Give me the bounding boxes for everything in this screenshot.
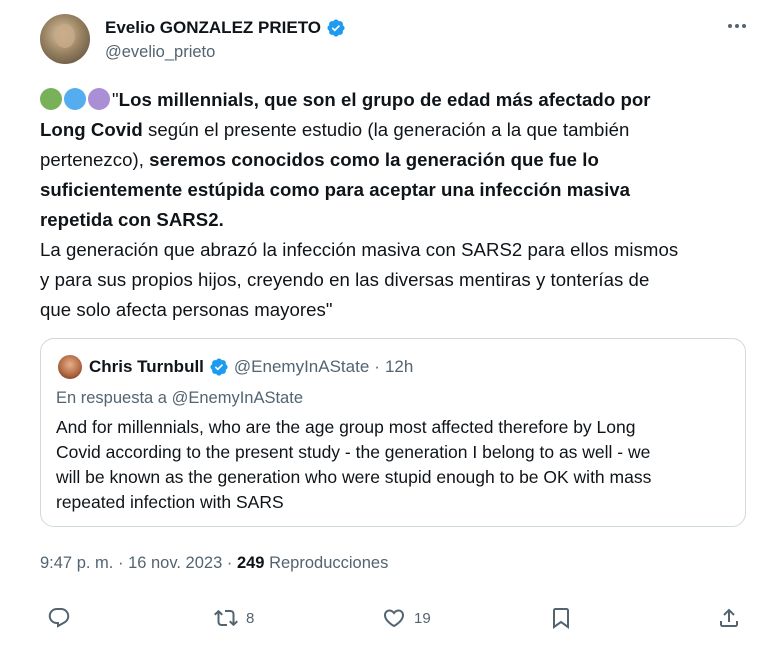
tweet-text-line: Long Covid según el presente estudio (la… <box>40 115 750 145</box>
author-name-row[interactable]: Evelio GONZALEZ PRIETO <box>105 17 346 39</box>
tweet-text-line: suficientemente estúpida como para acept… <box>40 175 750 205</box>
quote-separator: · <box>374 357 380 376</box>
tweet-text-segment: suficientemente estúpida como para acept… <box>40 179 631 200</box>
tweet-text-segment: " <box>112 89 119 110</box>
views-count: 249 <box>236 554 265 572</box>
like-button[interactable]: 19 <box>382 606 431 630</box>
tweet-text-segment: repetida con SARS2. <box>40 209 224 230</box>
quote-text: And for millennials, who are the age gro… <box>56 415 736 515</box>
reply-button[interactable] <box>47 606 71 630</box>
bookmark-icon <box>553 608 569 629</box>
tweet-text-line: La generación que abrazó la infección ma… <box>40 235 750 265</box>
meta-separator: · <box>117 554 124 572</box>
tweet-text-line: que solo afecta personas mayores" <box>40 295 750 325</box>
tweet-text: "Los millennials, que son el grupo de ed… <box>40 85 750 325</box>
views-label: Reproducciones <box>269 554 389 572</box>
more-dot <box>735 24 739 28</box>
retweet-icon <box>214 609 238 627</box>
quote-avatar <box>58 355 82 379</box>
quote-reply-handle: @EnemyInAState <box>171 389 303 407</box>
quote-header: Chris Turnbull @EnemyInAState · 12h <box>89 356 413 378</box>
quote-text-line: Covid according to the present study - t… <box>56 442 651 462</box>
verified-badge-icon <box>210 358 228 376</box>
author-handle[interactable]: @evelio_prieto <box>105 42 215 62</box>
tweet-text-segment: seremos conocidos como la generación que… <box>149 149 599 170</box>
like-count: 19 <box>414 609 431 627</box>
colored-circle-emoji-icon <box>88 88 110 110</box>
quote-text-line: will be known as the generation who were… <box>56 467 652 487</box>
heart-icon <box>383 609 405 628</box>
tweet-text-line: y para sus propios hijos, creyendo en la… <box>40 265 750 295</box>
tweet-text-segment: según el presente estudio (la generación… <box>142 119 630 140</box>
verified-badge-icon <box>327 19 345 37</box>
tweet-text-segment: pertenezco), <box>40 149 150 170</box>
share-icon <box>720 608 738 627</box>
quote-reply-prefix: En respuesta a <box>56 389 167 407</box>
action-bar: 8 19 <box>0 606 768 640</box>
quote-reply-context: En respuesta a @EnemyInAState <box>56 387 303 409</box>
more-dot <box>742 24 746 28</box>
retweet-button[interactable]: 8 <box>214 606 254 630</box>
quoted-tweet[interactable]: Chris Turnbull @EnemyInAState · 12h En r… <box>40 338 746 527</box>
more-dot <box>728 24 732 28</box>
tweet-meta: 9:47 p. m. · 16 nov. 2023 · 249 Reproduc… <box>40 552 388 574</box>
quote-author-name: Chris Turnbull <box>89 357 204 376</box>
tweet-text-segment: Los millennials, que son el grupo de eda… <box>118 89 651 110</box>
quote-author-handle: @EnemyInAState <box>233 357 370 376</box>
tweet-text-segment: Long Covid <box>40 119 143 140</box>
quote-text-line: repeated infection with SARS <box>56 492 284 512</box>
tweet-date[interactable]: 16 nov. 2023 <box>128 554 222 572</box>
colored-circle-emoji-icon <box>64 88 86 110</box>
author-avatar[interactable] <box>40 14 90 64</box>
reply-icon <box>48 608 70 628</box>
meta-separator: · <box>226 554 233 572</box>
tweet-time[interactable]: 9:47 p. m. <box>40 554 113 572</box>
colored-circle-emoji-icon <box>40 88 62 110</box>
bookmark-button[interactable] <box>549 606 573 630</box>
more-options-icon[interactable] <box>722 14 752 38</box>
author-name[interactable]: Evelio GONZALEZ PRIETO <box>105 17 321 39</box>
quote-text-line: And for millennials, who are the age gro… <box>56 417 636 437</box>
tweet-text-line: pertenezco), seremos conocidos como la g… <box>40 145 750 175</box>
tweet-text-segment: y para sus propios hijos, creyendo en la… <box>40 269 650 290</box>
tweet-text-segment: La generación que abrazó la infección ma… <box>40 239 679 260</box>
tweet-text-line: repetida con SARS2. <box>40 205 750 235</box>
tweet-text-segment: que solo afecta personas mayores" <box>40 299 333 320</box>
share-button[interactable] <box>717 606 741 630</box>
tweet-text-line: "Los millennials, que son el grupo de ed… <box>40 85 750 115</box>
retweet-count: 8 <box>246 609 255 627</box>
quote-time: 12h <box>384 357 414 376</box>
